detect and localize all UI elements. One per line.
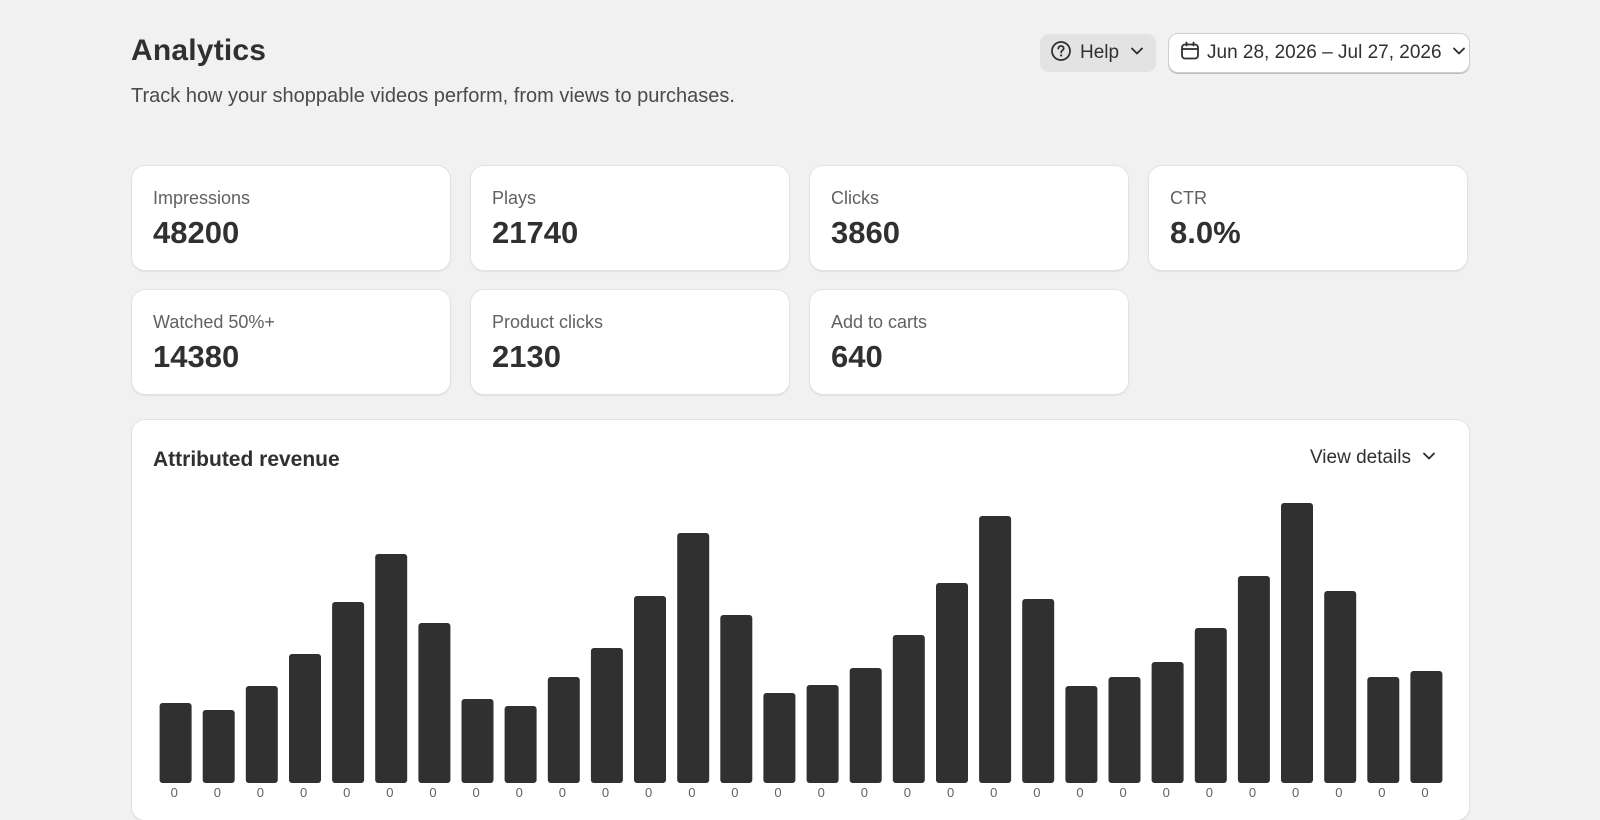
help-button-label: Help <box>1080 42 1120 63</box>
x-tick-label: 0 <box>1076 785 1083 800</box>
attributed-revenue-card: Attributed revenue View details 00000000… <box>132 420 1469 820</box>
page-header: Analytics Track how your shoppable video… <box>131 32 1469 112</box>
x-tick-label: 0 <box>559 785 566 800</box>
chart-bar <box>1410 671 1443 783</box>
chart-bar <box>1367 677 1400 783</box>
chart-bar <box>936 583 968 783</box>
metric-label: CTR <box>1170 188 1207 208</box>
chart-bar <box>1324 591 1357 783</box>
x-tick-label: 0 <box>1292 785 1299 800</box>
chart-bar <box>1065 686 1098 783</box>
chart-bar <box>1194 628 1227 783</box>
chart-bar <box>806 685 839 783</box>
metric-value: 14380 <box>153 339 240 374</box>
x-tick-label: 0 <box>731 785 738 800</box>
metric-value: 640 <box>831 339 883 374</box>
chart-bar <box>289 654 321 783</box>
x-tick-label: 0 <box>343 785 350 800</box>
chart-bar <box>677 533 710 783</box>
x-tick-label: 0 <box>1163 785 1170 800</box>
x-tick-label: 0 <box>429 785 436 800</box>
analytics-page: Analytics Track how your shoppable video… <box>131 0 1469 820</box>
metric-card-impressions: Impressions 48200 <box>132 166 450 270</box>
x-tick-label: 0 <box>947 785 954 800</box>
chart-bar <box>1022 599 1055 783</box>
x-tick-label: 0 <box>214 785 221 800</box>
metric-label: Add to carts <box>831 312 928 332</box>
metric-card-clicks: Clicks 3860 <box>810 166 1128 270</box>
metric-card-plays: Plays 21740 <box>471 166 789 270</box>
chart-bar <box>634 596 666 783</box>
metric-card-watched-50: Watched 50%+ 14380 <box>132 290 450 394</box>
chart-bar <box>202 710 235 783</box>
revenue-bar-chart: 0 0 0 0 0 0 0 0 0 0 0 0 0 0 0 0 0 0 0 0 0 0 0 0 0 0 0 0 0 0 <box>159 503 1443 800</box>
page-subtitle: Track how your shoppable videos perform,… <box>131 85 735 107</box>
metric-value: 8.0% <box>1170 215 1241 250</box>
chart-bar <box>1237 576 1270 783</box>
chart-bar <box>332 602 365 783</box>
metric-label: Product clicks <box>492 312 604 332</box>
x-tick-label: 0 <box>1249 785 1256 800</box>
x-tick-label: 0 <box>516 785 523 800</box>
metric-label: Impressions <box>153 188 251 208</box>
x-tick-label: 0 <box>990 785 997 800</box>
metric-value: 3860 <box>831 215 900 250</box>
page-title: Analytics <box>131 34 267 67</box>
x-tick-label: 0 <box>818 785 825 800</box>
chart-bar <box>892 635 925 783</box>
question-circle-icon <box>1050 40 1072 67</box>
x-tick-label: 0 <box>861 785 868 800</box>
metric-value: 21740 <box>492 215 579 250</box>
x-tick-label: 0 <box>1335 785 1342 800</box>
metric-card-ctr: CTR 8.0% <box>1149 166 1467 270</box>
chevron-down-icon <box>1129 43 1145 64</box>
chart-bar <box>504 706 537 783</box>
chevron-down-icon <box>1451 43 1467 64</box>
metric-label: Clicks <box>831 188 879 208</box>
chart-bar <box>461 699 494 783</box>
chart-bar <box>1151 662 1184 783</box>
chart-bar <box>849 668 882 783</box>
metric-label: Watched 50%+ <box>153 312 275 332</box>
x-tick-label: 0 <box>257 785 264 800</box>
date-range-picker[interactable]: Jun 28, 2026 – Jul 27, 2026 <box>1169 34 1469 72</box>
x-tick-label: 0 <box>1033 785 1040 800</box>
x-tick-label: 0 <box>386 785 393 800</box>
x-tick-label: 0 <box>602 785 609 800</box>
x-tick-label: 0 <box>1206 785 1213 800</box>
x-tick-label: 0 <box>774 785 781 800</box>
chart-bar <box>159 703 192 783</box>
metric-card-product-clicks: Product clicks 2130 <box>471 290 789 394</box>
x-tick-label: 0 <box>1378 785 1385 800</box>
metric-card-add-to-carts: Add to carts 640 <box>810 290 1128 394</box>
x-tick-label: 0 <box>1421 785 1428 800</box>
chart-bar <box>1108 677 1141 783</box>
chart-bar <box>763 693 796 783</box>
date-range-label: Jun 28, 2026 – Jul 27, 2026 <box>1207 42 1442 63</box>
x-tick-label: 0 <box>904 785 911 800</box>
chart-bar <box>245 686 278 783</box>
chart-bar <box>590 648 623 783</box>
chart-bar <box>1281 503 1313 783</box>
metric-label: Plays <box>492 188 537 208</box>
help-button[interactable]: Help <box>1040 34 1156 72</box>
x-tick-label: 0 <box>300 785 307 800</box>
x-tick-label: 0 <box>171 785 178 800</box>
chart-bar <box>375 554 408 783</box>
chart-bar <box>547 677 580 783</box>
x-tick-label: 0 <box>688 785 695 800</box>
chart-bar <box>418 623 451 783</box>
x-tick-label: 0 <box>1120 785 1127 800</box>
chart-bar <box>979 516 1012 783</box>
metric-value: 2130 <box>492 339 561 374</box>
calendar-icon <box>1180 41 1200 66</box>
metric-value: 48200 <box>153 215 240 250</box>
x-tick-label: 0 <box>473 785 480 800</box>
chart-bar <box>720 615 753 783</box>
x-tick-label: 0 <box>645 785 652 800</box>
